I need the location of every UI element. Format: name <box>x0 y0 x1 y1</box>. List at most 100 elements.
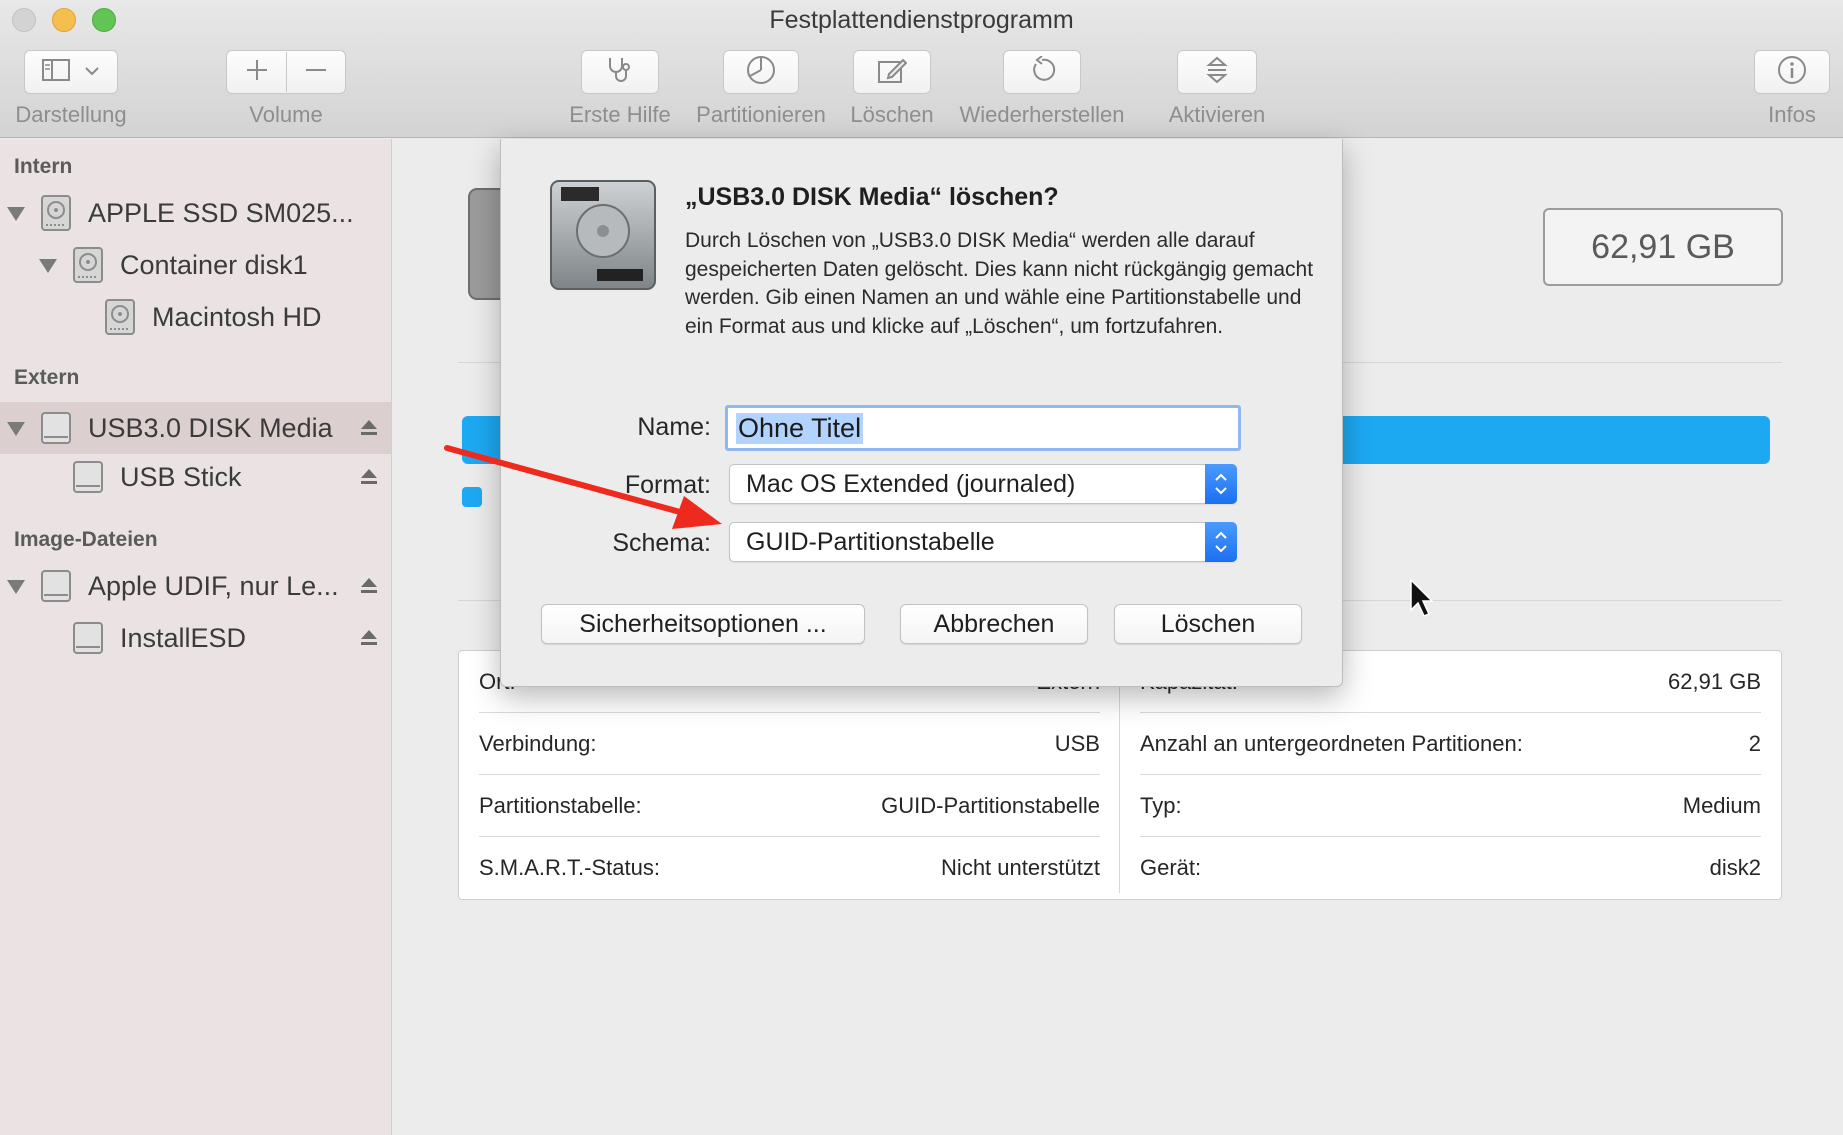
disclosure-triangle-icon[interactable] <box>7 422 25 436</box>
sidebar-item-apple-udif[interactable]: Apple UDIF, nur Le... <box>0 563 391 609</box>
first-aid-button[interactable] <box>581 50 659 94</box>
name-input[interactable]: Ohne Titel <box>725 405 1241 451</box>
mount-label: Aktivieren <box>1168 102 1266 127</box>
dialog-message: Durch Löschen von „USB3.0 DISK Media“ we… <box>685 229 1314 338</box>
info-value: 2 <box>1748 731 1761 756</box>
info-label: Verbindung: <box>479 731 597 756</box>
sidebar-section-extern: Extern <box>14 366 80 389</box>
restore-button[interactable] <box>1003 50 1081 94</box>
sidebar-item-label: Apple UDIF, nur Le... <box>88 570 339 601</box>
stethoscope-icon <box>604 56 636 89</box>
sidebar-item-label: APPLE SSD SM025... <box>88 197 354 228</box>
erase-icon <box>877 56 908 89</box>
format-label: Format: <box>624 471 711 499</box>
erase-button[interactable]: Löschen <box>1114 604 1302 644</box>
info-row-connection: Verbindung: USB <box>479 713 1100 775</box>
cancel-button[interactable]: Abbrechen <box>900 604 1088 644</box>
remove-volume-icon[interactable] <box>304 58 328 87</box>
schema-popup[interactable]: GUID-Partitionstabelle <box>729 522 1237 562</box>
info-row-partition-table: Partitionstabelle: GUID-Partitionstabell… <box>479 775 1100 837</box>
eject-icon[interactable] <box>360 629 378 647</box>
sidebar-icon <box>42 58 70 86</box>
external-disk-icon <box>41 412 71 444</box>
security-options-button[interactable]: Sicherheitsoptionen ... <box>541 604 865 644</box>
info-value: USB <box>1054 731 1100 756</box>
info-label: Anzahl an untergeordneten Partitionen: <box>1140 731 1523 756</box>
view-button[interactable] <box>24 50 118 94</box>
sidebar-item-label: Container disk1 <box>120 249 308 280</box>
pie-chart-icon <box>746 55 776 90</box>
format-popup[interactable]: Mac OS Extended (journaled) <box>729 464 1237 504</box>
internal-disk-icon <box>41 195 71 231</box>
first-aid-label: Erste Hilfe <box>569 102 671 127</box>
volume-disk-icon <box>73 461 103 493</box>
info-row-child-count: Anzahl an untergeordneten Partitionen: 2 <box>1140 713 1761 775</box>
volume-label: Volume <box>249 102 323 127</box>
popup-stepper-icon <box>1205 522 1237 562</box>
disclosure-triangle-icon[interactable] <box>7 207 25 221</box>
schema-label: Schema: <box>612 529 711 557</box>
volume-disk-icon <box>73 622 103 654</box>
info-row-smart-status: S.M.A.R.T.-Status: Nicht unterstützt <box>479 837 1100 899</box>
hard-disk-icon <box>550 180 656 290</box>
sidebar-item-apple-ssd[interactable]: APPLE SSD SM025... <box>0 190 391 236</box>
sidebar-item-label: USB Stick <box>120 461 242 492</box>
volume-disk-icon <box>105 299 135 335</box>
info-label: Gerät: <box>1140 855 1202 880</box>
dialog-title: „USB3.0 DISK Media“ löschen? <box>685 183 1059 211</box>
sidebar-item-label: InstallESD <box>120 622 247 653</box>
info-label: Infos <box>1768 102 1816 127</box>
info-value: Nicht unterstützt <box>941 855 1100 880</box>
selected-disk-large-icon <box>468 188 505 300</box>
view-label: Darstellung <box>15 102 127 127</box>
eject-icon[interactable] <box>360 419 378 437</box>
add-volume-icon[interactable] <box>245 58 269 87</box>
mouse-cursor-icon <box>1410 578 1434 617</box>
toolbar: Festplattendienstprogramm Darstellung Vo… <box>0 0 1843 138</box>
sidebar-section-intern: Intern <box>14 155 73 178</box>
sidebar-item-installesd[interactable]: InstallESD <box>0 615 391 661</box>
schema-popup-value: GUID-Partitionstabelle <box>746 527 995 556</box>
mount-button[interactable] <box>1177 50 1257 94</box>
restore-icon <box>1028 54 1056 89</box>
name-label: Name: <box>637 413 711 441</box>
name-input-value: Ohne Titel <box>736 412 864 444</box>
sidebar-item-macintosh-hd[interactable]: Macintosh HD <box>0 294 391 340</box>
erase-dialog: „USB3.0 DISK Media“ löschen? Durch Lösch… <box>500 139 1343 687</box>
format-popup-value: Mac OS Extended (journaled) <box>746 469 1076 498</box>
partition-button[interactable] <box>723 50 799 94</box>
info-icon <box>1777 55 1807 90</box>
container-disk-icon <box>73 247 103 283</box>
partition-label: Partitionieren <box>696 102 826 127</box>
info-label: Typ: <box>1140 793 1182 818</box>
sidebar-item-container-disk1[interactable]: Container disk1 <box>0 242 391 288</box>
sidebar: Intern APPLE SSD SM025... Container disk… <box>0 139 392 1135</box>
restore-label: Wiederherstellen <box>959 102 1125 127</box>
info-label: Partitionstabelle: <box>479 793 642 818</box>
info-row-type: Typ: Medium <box>1140 775 1761 837</box>
info-value: disk2 <box>1709 855 1761 880</box>
sidebar-item-label: Macintosh HD <box>152 301 322 332</box>
eject-icon[interactable] <box>360 577 378 595</box>
disclosure-triangle-icon[interactable] <box>39 259 57 273</box>
erase-toolbar-label: Löschen <box>850 102 934 127</box>
eject-icon[interactable] <box>360 468 378 486</box>
disclosure-triangle-icon[interactable] <box>7 580 25 594</box>
disk-info-table: Ort: Extern Verbindung: USB Partitionsta… <box>458 650 1782 900</box>
chevron-down-icon <box>84 63 100 81</box>
sidebar-item-label: USB3.0 DISK Media <box>88 412 333 443</box>
usage-legend-swatch <box>462 487 482 507</box>
popup-stepper-icon <box>1205 464 1237 504</box>
disk-image-icon <box>41 570 71 602</box>
info-column-divider <box>1119 661 1120 893</box>
erase-toolbar-button[interactable] <box>853 50 931 94</box>
info-value: GUID-Partitionstabelle <box>881 793 1100 818</box>
mount-icon <box>1205 55 1229 90</box>
info-value: Medium <box>1682 793 1761 818</box>
window-title: Festplattendienstprogramm <box>769 6 1074 34</box>
sidebar-item-usb-stick[interactable]: USB Stick <box>0 454 391 500</box>
sidebar-section-image-files: Image-Dateien <box>14 528 158 551</box>
info-button[interactable] <box>1754 50 1830 94</box>
sidebar-item-usb3-disk-media[interactable]: USB3.0 DISK Media <box>0 402 391 454</box>
info-label: S.M.A.R.T.-Status: <box>479 855 660 880</box>
